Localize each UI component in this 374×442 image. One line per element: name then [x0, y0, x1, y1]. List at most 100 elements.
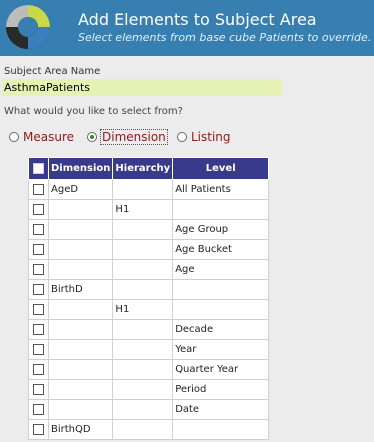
row-checkbox-cell — [28, 339, 49, 360]
row-checkbox-cell — [28, 359, 49, 380]
table-row: Quarter Year — [28, 359, 270, 380]
level-cell — [172, 419, 270, 440]
dimension-cell — [47, 359, 114, 380]
row-checkbox-cell — [28, 199, 49, 220]
dimension-cell — [47, 199, 114, 220]
table-row: Period — [28, 379, 270, 400]
row-checkbox-cell — [28, 179, 49, 200]
row-checkbox[interactable] — [33, 223, 44, 235]
table-row: BirthD — [28, 279, 270, 300]
dimension-cell: BirthD — [47, 279, 114, 300]
dialog-subtitle: Select elements from base cube Patients … — [78, 31, 372, 44]
listing-radio[interactable] — [177, 132, 187, 142]
level-cell — [172, 299, 270, 320]
dimension-cell — [47, 379, 114, 400]
hierarchy-cell — [112, 219, 174, 240]
hierarchy-cell — [112, 319, 174, 340]
column-header-level: Level — [172, 157, 270, 180]
row-checkbox-cell — [28, 399, 49, 420]
level-cell: Year — [172, 339, 270, 360]
hierarchy-cell: H1 — [112, 299, 174, 320]
select-all-checkbox[interactable] — [33, 162, 44, 174]
table-row: Age Group — [28, 219, 270, 240]
hierarchy-cell: H1 — [112, 199, 174, 220]
row-checkbox[interactable] — [33, 323, 44, 335]
table-row: Decade — [28, 319, 270, 340]
row-checkbox[interactable] — [33, 203, 44, 215]
selection-question: What would you like to select from? — [4, 106, 183, 117]
hierarchy-cell — [112, 279, 174, 300]
row-checkbox[interactable] — [33, 363, 44, 375]
dimension-radio[interactable] — [87, 132, 97, 142]
hierarchy-cell — [112, 239, 174, 260]
row-checkbox[interactable] — [33, 303, 44, 315]
table-header-row: Dimension Hierarchy Level — [28, 157, 270, 180]
level-cell: Date — [172, 399, 270, 420]
dimension-cell — [47, 399, 114, 420]
column-header-dimension: Dimension — [47, 157, 114, 180]
row-checkbox[interactable] — [33, 263, 44, 275]
row-checkbox[interactable] — [33, 423, 44, 435]
level-cell: Age Bucket — [172, 239, 270, 260]
dimension-radio-label: Dimension — [100, 129, 168, 145]
row-checkbox-cell — [28, 299, 49, 320]
level-cell — [172, 199, 270, 220]
row-checkbox-cell — [28, 219, 49, 240]
select-all-cell — [28, 157, 49, 180]
hierarchy-cell — [112, 359, 174, 380]
table-row: BirthQD — [28, 419, 270, 440]
row-checkbox-cell — [28, 319, 49, 340]
dimension-cell: BirthQD — [47, 419, 114, 440]
dimension-cell: AgeD — [47, 179, 114, 200]
measure-radio[interactable] — [9, 132, 19, 142]
level-cell: All Patients — [172, 179, 270, 200]
row-checkbox[interactable] — [33, 343, 44, 355]
row-checkbox-cell — [28, 279, 49, 300]
elements-table: Dimension Hierarchy Level AgeD All Patien… — [28, 157, 270, 440]
dimension-radio-option[interactable]: Dimension — [87, 128, 168, 146]
row-checkbox-cell — [28, 379, 49, 400]
app-logo-icon — [6, 5, 50, 49]
hierarchy-cell — [112, 179, 174, 200]
row-checkbox[interactable] — [33, 243, 44, 255]
subject-area-name-field[interactable]: AsthmaPatients — [2, 79, 282, 96]
subject-area-label: Subject Area Name — [4, 66, 101, 77]
hierarchy-cell — [112, 379, 174, 400]
dimension-cell — [47, 299, 114, 320]
column-header-hierarchy: Hierarchy — [112, 157, 174, 180]
measure-radio-label: Measure — [23, 130, 74, 144]
measure-radio-option[interactable]: Measure — [9, 128, 74, 146]
dialog-header: Add Elements to Subject Area Select elem… — [0, 0, 374, 56]
level-cell: Quarter Year — [172, 359, 270, 380]
dialog-title: Add Elements to Subject Area — [78, 10, 317, 29]
table-row: Year — [28, 339, 270, 360]
row-checkbox[interactable] — [33, 403, 44, 415]
level-cell: Period — [172, 379, 270, 400]
table-row: H1 — [28, 299, 270, 320]
dimension-cell — [47, 339, 114, 360]
row-checkbox-cell — [28, 259, 49, 280]
level-cell — [172, 279, 270, 300]
dimension-cell — [47, 219, 114, 240]
listing-radio-label: Listing — [191, 130, 231, 144]
row-checkbox[interactable] — [33, 283, 44, 295]
level-cell: Decade — [172, 319, 270, 340]
row-checkbox-cell — [28, 239, 49, 260]
hierarchy-cell — [112, 259, 174, 280]
hierarchy-cell — [112, 399, 174, 420]
level-cell: Age — [172, 259, 270, 280]
row-checkbox-cell — [28, 419, 49, 440]
dimension-cell — [47, 259, 114, 280]
row-checkbox[interactable] — [33, 183, 44, 195]
hierarchy-cell — [112, 419, 174, 440]
table-row: Age — [28, 259, 270, 280]
table-row: AgeD All Patients — [28, 179, 270, 200]
table-row: Age Bucket — [28, 239, 270, 260]
hierarchy-cell — [112, 339, 174, 360]
dimension-cell — [47, 239, 114, 260]
table-body: AgeD All Patients H1 Age Group Age Bucket Age… — [28, 179, 270, 440]
listing-radio-option[interactable]: Listing — [177, 128, 231, 146]
level-cell: Age Group — [172, 219, 270, 240]
dimension-cell — [47, 319, 114, 340]
row-checkbox[interactable] — [33, 383, 44, 395]
